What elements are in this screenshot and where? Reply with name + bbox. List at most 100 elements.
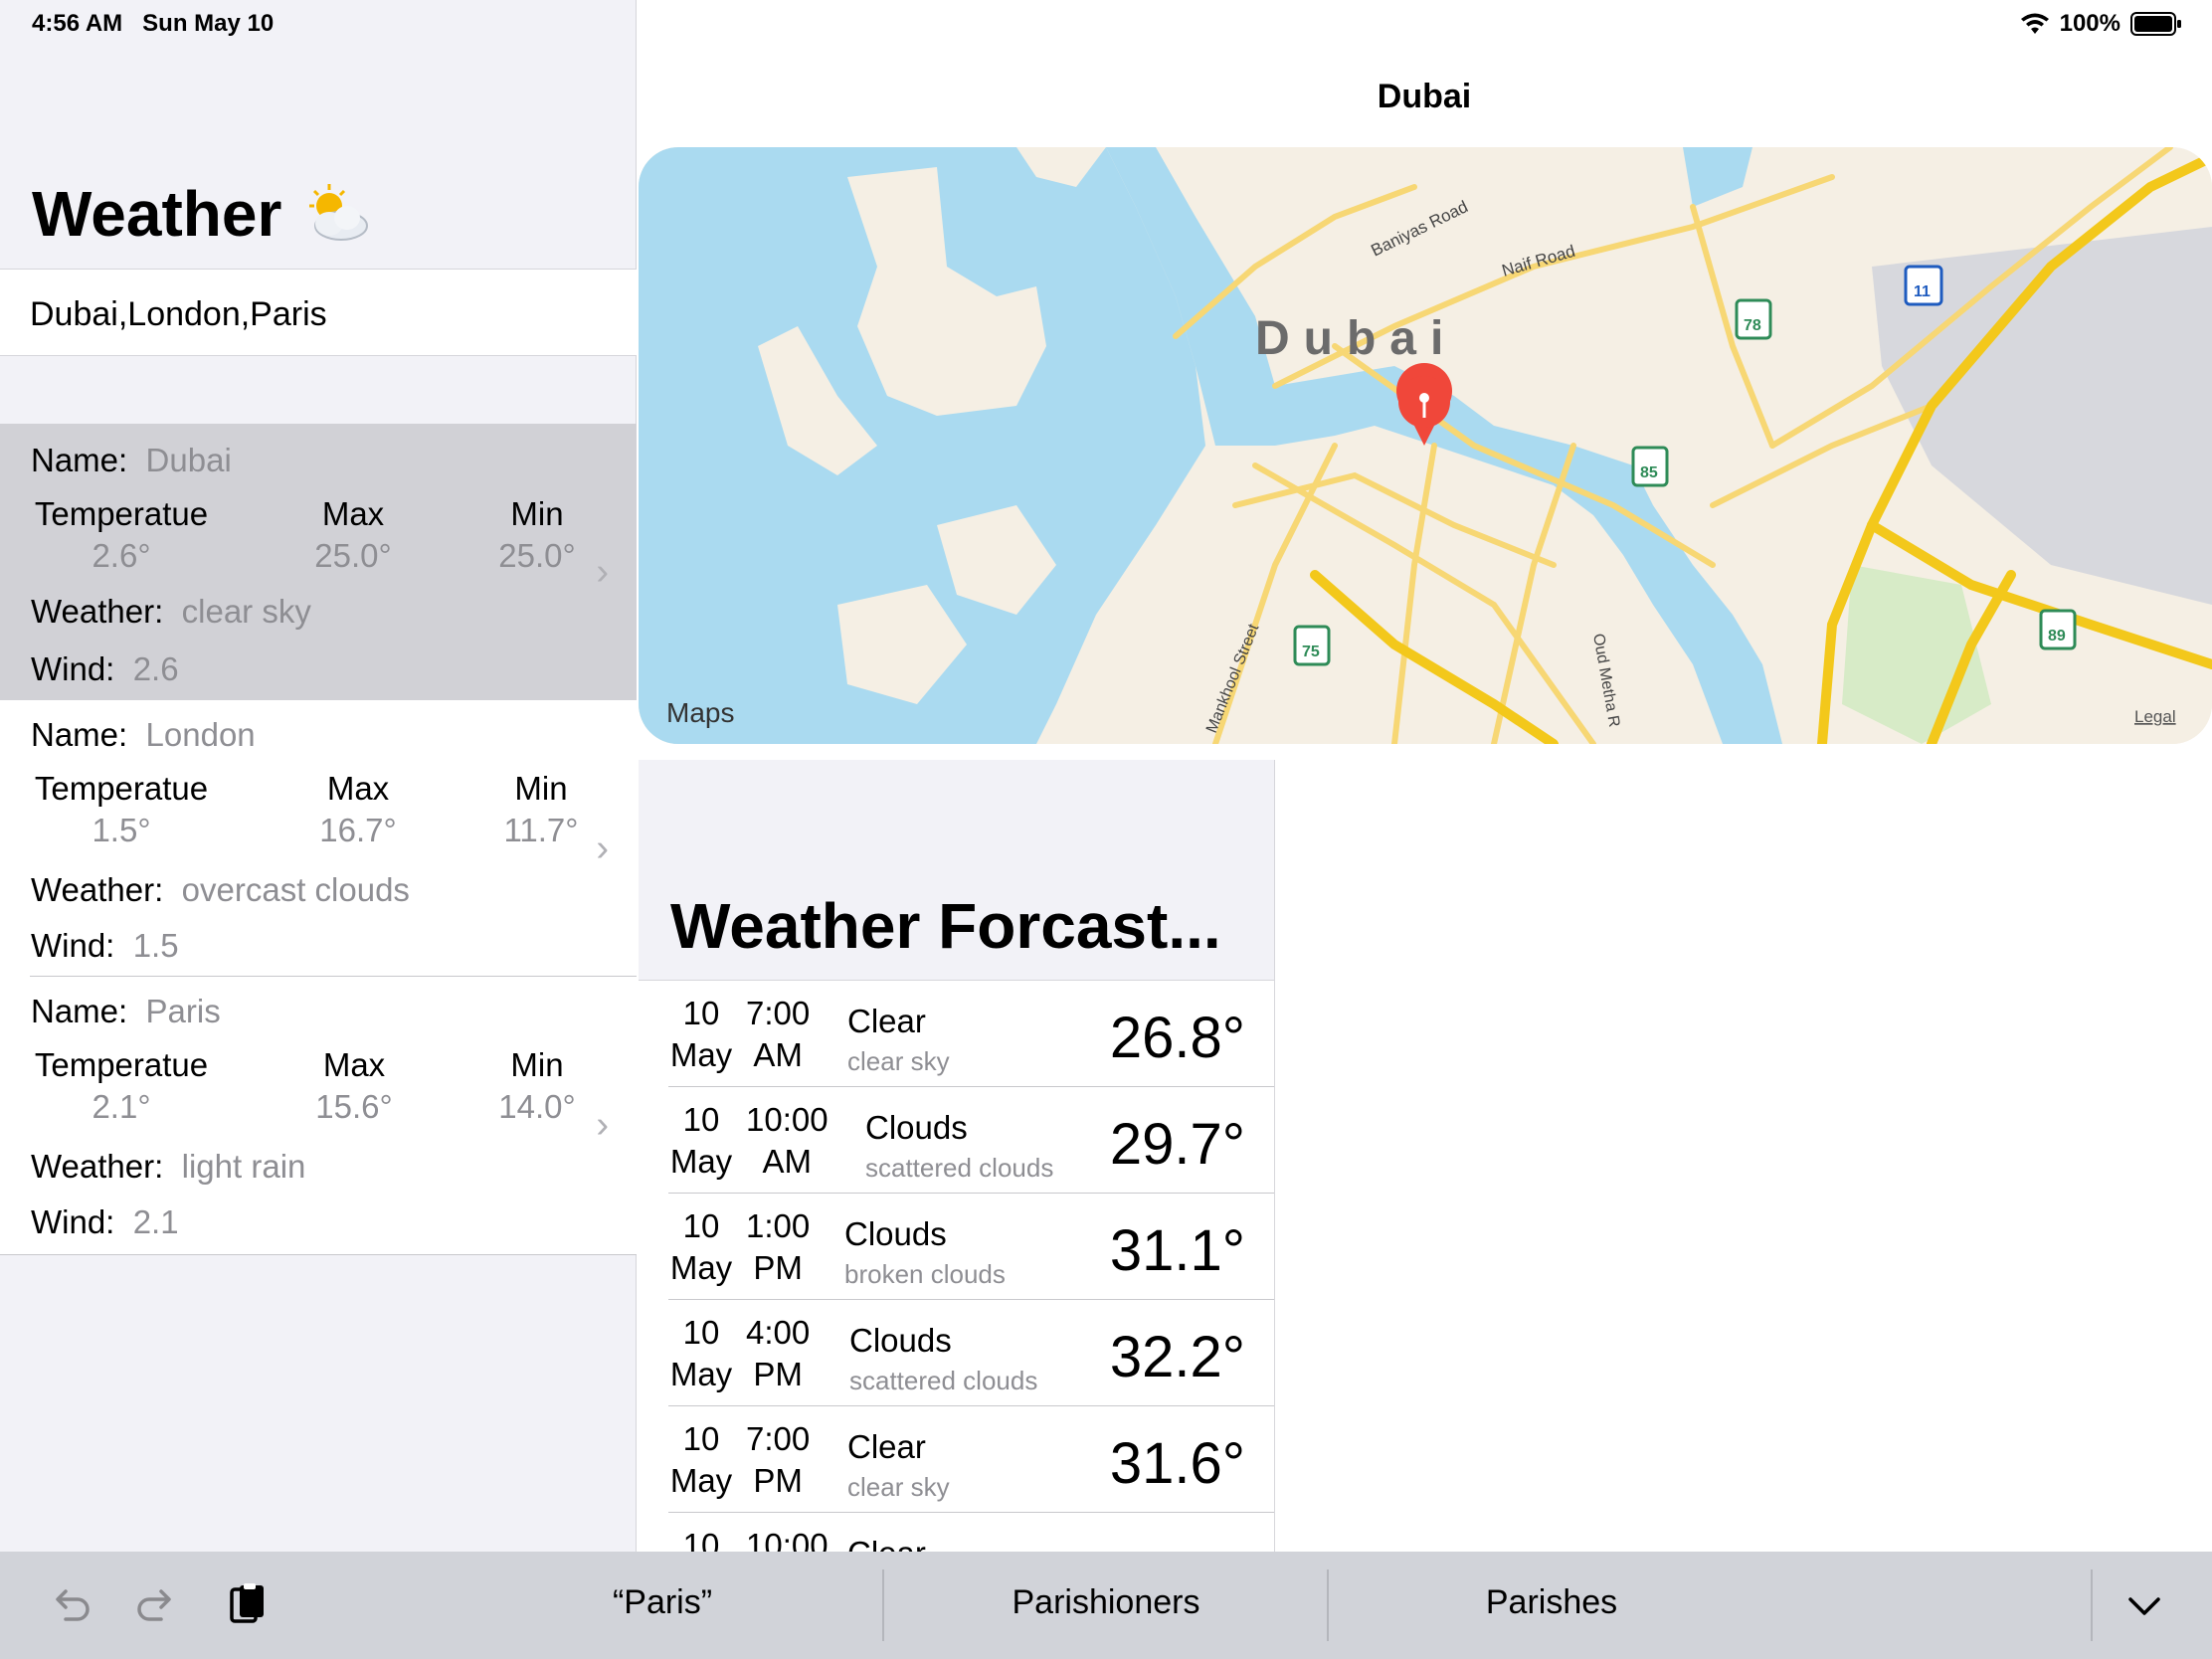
forecast-desc: scattered clouds — [865, 1153, 1054, 1183]
chevron-right-icon: › — [596, 551, 609, 593]
min-label: Min — [510, 495, 564, 532]
suggestion-divider — [882, 1569, 884, 1641]
page-title: Weather — [32, 177, 371, 251]
forecast-main: Clouds — [844, 1215, 947, 1252]
max-value: 25.0° — [314, 537, 392, 574]
paste-icon[interactable] — [223, 1581, 271, 1629]
forecast-month: May — [669, 1356, 733, 1392]
city-name: London — [145, 716, 256, 753]
forecast-row[interactable]: 10 10:00 Clear — [668, 1513, 1274, 1552]
status-date: Sun May 10 — [142, 10, 275, 37]
status-time-overlay: 4:56 AM Sun May 10 — [32, 10, 274, 38]
chevron-right-icon: › — [596, 828, 609, 869]
city-search-input[interactable] — [30, 289, 607, 339]
max-label: Max — [322, 1046, 386, 1083]
map-city-label: Dubai — [1255, 312, 1457, 365]
min-column: Min 25.0° — [485, 495, 589, 575]
forecast-ampm: PM — [753, 1356, 803, 1392]
forecast-main: Clear — [847, 1535, 926, 1552]
weather-value: light rain — [181, 1148, 306, 1185]
suggestion-2[interactable]: Parishioners — [935, 1583, 1277, 1622]
forecast-day: 10 — [682, 1527, 720, 1552]
name-row: Name: London — [31, 716, 256, 754]
wind-label: Wind: — [31, 1203, 115, 1240]
legal-link[interactable]: Legal — [2134, 707, 2176, 726]
metro-station-icon: 75 — [1293, 625, 1331, 666]
temperature-label: Temperatue — [34, 770, 209, 807]
suggestion-3[interactable]: Parishes — [1392, 1583, 1711, 1622]
forecast-desc: broken clouds — [844, 1259, 1006, 1289]
forecast-month: May — [669, 1249, 733, 1286]
forecast-desc: clear sky — [847, 1046, 950, 1076]
wind-row: Wind: 2.6 — [31, 650, 179, 688]
metro-station-icon: 85 — [1631, 446, 1669, 487]
suggestion-divider — [2091, 1569, 2093, 1641]
forecast-row[interactable]: 10 May 7:00 AM Clear clear sky 26.8° — [668, 981, 1274, 1087]
wind-value: 1.5 — [132, 927, 179, 964]
wind-label: Wind: — [31, 927, 115, 964]
svg-text:89: 89 — [2048, 628, 2066, 645]
wind-row: Wind: 2.1 — [31, 1203, 179, 1241]
metro-station-icon: 11 — [1904, 265, 1943, 306]
weather-label: Weather: — [31, 593, 164, 630]
min-column: Min 11.7° — [489, 770, 593, 849]
chevron-down-icon[interactable] — [2120, 1581, 2168, 1629]
undo-icon[interactable] — [46, 1581, 93, 1629]
forecast-row[interactable]: 10 May 1:00 PM Clouds broken clouds 31.1° — [668, 1194, 1274, 1300]
city-card-dubai[interactable]: Name: Dubai Temperatue 2.6° Max 25.0° Min 2… — [0, 424, 637, 700]
forecast-main: Clouds — [849, 1322, 952, 1359]
forecast-main: Clear — [847, 1428, 926, 1465]
forecast-desc: scattered clouds — [849, 1366, 1038, 1395]
forecast-hour: 7:00 — [746, 995, 811, 1031]
forecast-panel: Weather Forcast... 10 May 7:00 AM Clear cl… — [639, 760, 1275, 1552]
forecast-day: 10 — [682, 1420, 720, 1457]
map-canvas: Baniyas Road Naif Road Mankhool Street O… — [639, 147, 2212, 744]
min-label: Min — [510, 1046, 564, 1083]
city-card-london[interactable]: Name: London Temperatue 1.5° Max 16.7° Min… — [0, 700, 637, 977]
forecast-row[interactable]: 10 May 4:00 PM Clouds scattered clouds 32.… — [668, 1300, 1274, 1406]
wind-value: 2.6 — [132, 650, 179, 687]
forecast-time: 10:00 — [746, 1525, 829, 1552]
status-indicators: 100% — [2020, 10, 2182, 38]
suggestion-divider — [1327, 1569, 1329, 1641]
forecast-hour: 7:00 — [746, 1420, 811, 1457]
forecast-hour: 4:00 — [746, 1314, 811, 1351]
forecast-desc: clear sky — [847, 1472, 950, 1502]
weather-value: overcast clouds — [181, 871, 410, 908]
forecast-hour: 10:00 — [746, 1101, 829, 1138]
forecast-month: May — [669, 1143, 733, 1180]
status-clock: 4:56 AM — [32, 10, 123, 37]
forecast-title: Weather Forcast... — [670, 890, 1221, 962]
forecast-temp: 31.6° — [1109, 1431, 1245, 1496]
forecast-row[interactable]: 10 May 7:00 PM Clear clear sky 31.6° — [668, 1406, 1274, 1513]
wind-value: 2.1 — [132, 1203, 179, 1240]
name-row: Name: Paris — [31, 993, 221, 1030]
name-label: Name: — [31, 716, 128, 753]
forecast-day: 10 — [682, 1314, 720, 1351]
forecast-row[interactable]: 10 May 10:00 AM Clouds scattered clouds 29… — [668, 1087, 1274, 1194]
forecast-day: 10 — [682, 1101, 720, 1138]
city-card-paris[interactable]: Name: Paris Temperatue 2.1° Max 15.6° Min 1… — [0, 977, 637, 1255]
temperature-value: 2.6° — [92, 537, 151, 574]
battery-icon — [2130, 12, 2181, 36]
battery-percent: 100% — [2059, 10, 2120, 37]
map-view[interactable]: Baniyas Road Naif Road Mankhool Street O… — [639, 147, 2212, 744]
forecast-temp: 26.8° — [1109, 1006, 1245, 1070]
weather-row: Weather: light rain — [31, 1148, 305, 1186]
forecast-day: 10 — [682, 995, 720, 1031]
max-value: 16.7° — [319, 812, 397, 848]
temperature-column: Temperatue 2.1° — [31, 1046, 212, 1126]
weather-row: Weather: overcast clouds — [31, 871, 410, 909]
temperature-label: Temperatue — [34, 495, 209, 532]
forecast-time: 4:00 PM — [746, 1312, 810, 1395]
suggestion-1[interactable]: “Paris” — [557, 1583, 768, 1622]
min-value: 11.7° — [503, 812, 579, 848]
svg-text:11: 11 — [1914, 283, 1931, 300]
max-column: Max 15.6° — [304, 1046, 404, 1126]
chevron-right-icon: › — [596, 1104, 609, 1146]
forecast-ampm: PM — [753, 1462, 803, 1499]
redo-icon[interactable] — [133, 1581, 181, 1629]
forecast-month: May — [669, 1036, 733, 1073]
wind-row: Wind: 1.5 — [31, 927, 179, 965]
min-label: Min — [514, 770, 568, 807]
